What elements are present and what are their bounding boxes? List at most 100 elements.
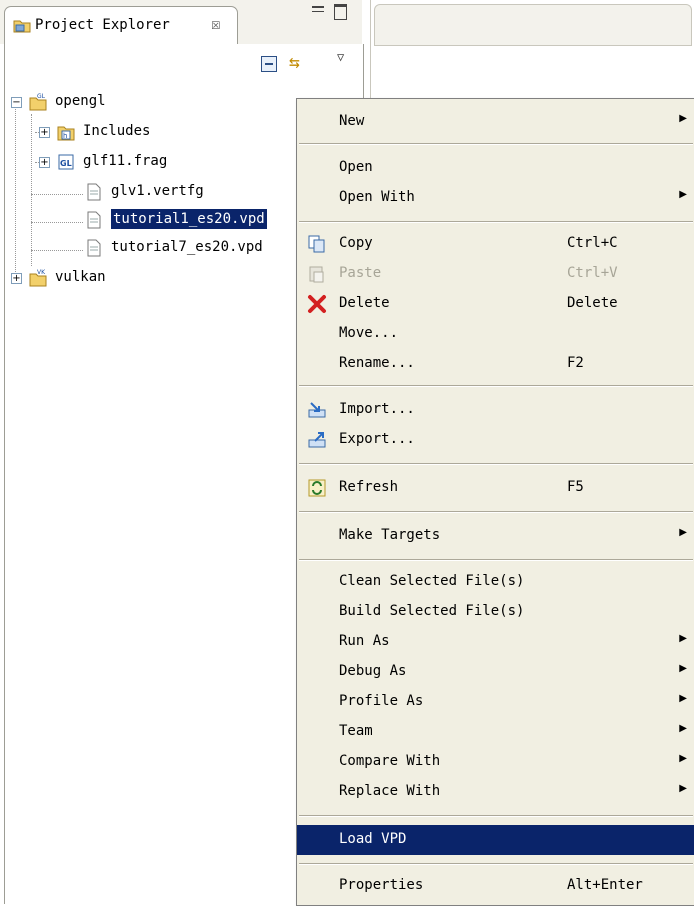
paste-icon [309,266,324,283]
tree-item-label: Includes [83,123,151,139]
file-icon [87,239,101,257]
menu-item-shortcut: Ctrl+V [567,265,618,281]
menu-item-label: Properties [339,877,424,893]
tree-item-vulkan[interactable]: + VK vulkan [5,266,305,292]
tree-item-label: tutorial7_es20.vpd [111,239,263,255]
copy-icon [308,235,325,253]
svg-text:GL: GL [37,93,46,100]
menu-item-delete[interactable]: Delete Delete [297,289,694,319]
file-icon [87,183,101,201]
menu-item-label: Run As [339,633,390,649]
menu-item-properties[interactable]: Properties Alt+Enter [297,871,694,901]
menu-item-shortcut: Ctrl+C [567,235,618,251]
menu-item-label: New [339,113,365,129]
link-with-editor-icon[interactable]: ⇆ [289,52,300,73]
expand-toggle-icon[interactable]: + [11,273,22,284]
maximize-icon[interactable] [334,4,347,20]
minimize-icon[interactable] [312,6,324,12]
menu-item-label: Compare With [339,753,441,769]
menu-separator [299,385,693,387]
submenu-arrow-icon: ▶ [679,663,687,674]
delete-icon [308,295,326,313]
project-explorer-icon [13,20,31,33]
menu-item-open[interactable]: Open [297,153,694,183]
menu-item-label: Build Selected File(s) [339,603,525,619]
submenu-arrow-icon: ▶ [679,723,687,734]
menu-item-label: Paste [339,265,382,281]
menu-item-label: Load VPD [339,831,407,847]
collapse-all-icon[interactable] [261,56,277,72]
menu-item-shortcut: F5 [567,479,584,495]
tree-item-label: vulkan [55,269,106,285]
menu-item-label: Import... [339,401,415,417]
tree-item-label: opengl [55,93,106,109]
menu-item-compare-with[interactable]: Compare With ▶ [297,747,694,777]
tree-item-tutorial7-es20-vpd[interactable]: tutorial7_es20.vpd [5,236,305,262]
expand-toggle-icon[interactable]: + [39,127,50,138]
context-menu: New ▶ Open Open With ▶ Copy Ctrl+C Paste… [296,98,694,906]
menu-item-shortcut: Alt+Enter [567,877,643,893]
submenu-arrow-icon: ▶ [679,633,687,644]
tree-item-label: glv1.vertfg [111,183,204,199]
menu-item-label: Refresh [339,479,399,495]
submenu-arrow-icon: ▶ [679,113,687,124]
menu-item-profile-as[interactable]: Profile As ▶ [297,687,694,717]
menu-item-refresh[interactable]: Refresh F5 [297,473,694,503]
tree-item-includes[interactable]: + h Includes [5,120,305,146]
menu-item-label: Delete [339,295,390,311]
view-toolbar: ⇆ ▽ [4,44,364,86]
file-icon [87,211,101,229]
menu-separator [299,463,693,465]
menu-item-label: Export... [339,431,415,447]
editor-area-tab-bar [374,4,692,46]
import-icon [308,402,326,418]
menu-item-rename[interactable]: Rename... F2 [297,349,694,379]
menu-item-load-vpd[interactable]: Load VPD [297,825,694,855]
menu-item-label: Open [339,159,373,175]
tree-item-glf11-frag[interactable]: + GL glf11.frag [5,150,305,176]
menu-item-new[interactable]: New ▶ [297,107,694,137]
menu-item-run-as[interactable]: Run As ▶ [297,627,694,657]
tree-item-glv1-vertfg[interactable]: glv1.vertfg [5,180,305,206]
menu-item-label: Move... [339,325,399,341]
gl-project-icon: GL [29,93,47,111]
submenu-arrow-icon: ▶ [679,783,687,794]
includes-icon: h [57,126,75,141]
close-view-icon[interactable]: ☒ [211,14,221,33]
menu-item-move[interactable]: Move... [297,319,694,349]
menu-separator [299,511,693,513]
submenu-arrow-icon: ▶ [679,693,687,704]
menu-item-label: Profile As [339,693,424,709]
menu-item-paste[interactable]: Paste Ctrl+V [297,259,694,289]
submenu-arrow-icon: ▶ [679,753,687,764]
menu-separator [299,143,693,145]
menu-item-label: Team [339,723,373,739]
menu-item-label: Open With [339,189,415,205]
view-menu-chevron-down-icon[interactable]: ▽ [337,50,344,64]
menu-separator [299,815,693,817]
menu-item-make-targets[interactable]: Make Targets ▶ [297,521,694,551]
collapse-toggle-icon[interactable]: − [11,97,22,108]
menu-separator [299,221,693,223]
menu-item-export[interactable]: Export... [297,425,694,455]
project-explorer-tab[interactable]: Project Explorer ☒ [4,6,238,45]
menu-item-team[interactable]: Team ▶ [297,717,694,747]
menu-item-label: Copy [339,235,373,251]
menu-item-debug-as[interactable]: Debug As ▶ [297,657,694,687]
expand-toggle-icon[interactable]: + [39,157,50,168]
view-title: Project Explorer [35,17,170,33]
svg-text:VK: VK [37,269,46,276]
menu-item-replace-with[interactable]: Replace With ▶ [297,777,694,807]
tree-item-tutorial1-es20-vpd[interactable]: tutorial1_es20.vpd [5,208,305,234]
svg-text:GL: GL [60,159,72,168]
menu-item-label: Rename... [339,355,415,371]
refresh-icon [308,479,326,497]
menu-item-copy[interactable]: Copy Ctrl+C [297,229,694,259]
menu-item-open-with[interactable]: Open With ▶ [297,183,694,213]
menu-item-import[interactable]: Import... [297,395,694,425]
menu-item-label: Replace With [339,783,441,799]
menu-item-build-selected-files[interactable]: Build Selected File(s) [297,597,694,627]
menu-item-clean-selected-files[interactable]: Clean Selected File(s) [297,567,694,597]
export-icon [308,432,326,448]
tree-item-opengl[interactable]: − GL opengl [5,90,305,116]
